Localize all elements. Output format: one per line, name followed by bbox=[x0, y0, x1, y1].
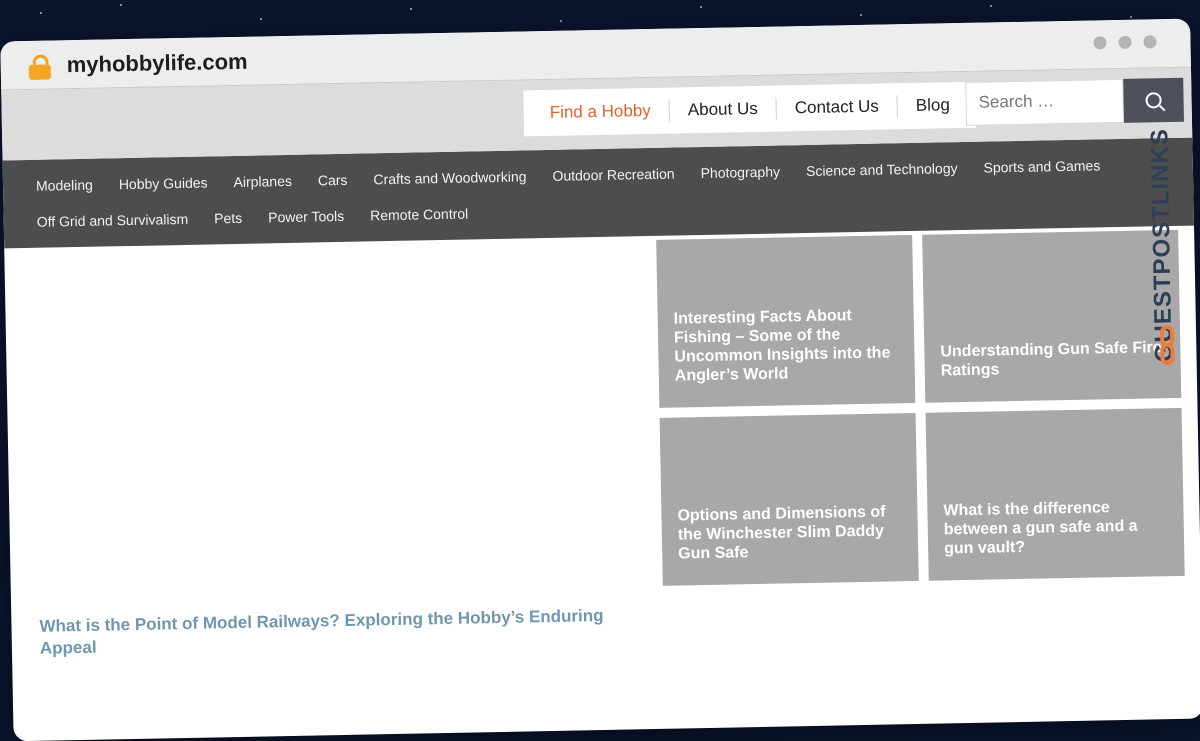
category-sports-games[interactable]: Sports and Games bbox=[970, 147, 1113, 186]
nav-contact-us[interactable]: Contact Us bbox=[776, 95, 899, 120]
category-cars[interactable]: Cars bbox=[305, 162, 361, 199]
category-power-tools[interactable]: Power Tools bbox=[255, 198, 358, 236]
nav-blog[interactable]: Blog bbox=[898, 94, 968, 117]
category-photography[interactable]: Photography bbox=[687, 153, 793, 191]
window-dot-icon[interactable] bbox=[1143, 35, 1157, 49]
featured-post-title[interactable]: What is the Point of Model Railways? Exp… bbox=[39, 604, 640, 660]
post-card-title: What is the difference between a gun saf… bbox=[943, 499, 1138, 558]
search-input[interactable] bbox=[966, 79, 1131, 123]
category-remote-control[interactable]: Remote Control bbox=[357, 195, 482, 233]
post-grid: Interesting Facts About Fishing – Some o… bbox=[656, 229, 1191, 586]
category-off-grid[interactable]: Off Grid and Survivalism bbox=[23, 201, 201, 240]
category-airplanes[interactable]: Airplanes bbox=[220, 163, 305, 201]
lock-icon bbox=[28, 54, 51, 80]
window-controls bbox=[1093, 35, 1157, 50]
post-card-title: Interesting Facts About Fishing – Some o… bbox=[673, 307, 891, 385]
post-card[interactable]: Interesting Facts About Fishing – Some o… bbox=[656, 234, 916, 408]
nav-about-us[interactable]: About Us bbox=[669, 97, 777, 122]
category-modeling[interactable]: Modeling bbox=[23, 166, 107, 204]
window-dot-icon[interactable] bbox=[1093, 36, 1107, 50]
primary-nav: Find a Hobby About Us Contact Us Blog bbox=[523, 81, 977, 137]
main-content: What is the Point of Model Railways? Exp… bbox=[4, 226, 1200, 669]
post-card[interactable]: What is the difference between a gun saf… bbox=[925, 407, 1185, 581]
category-pets[interactable]: Pets bbox=[201, 200, 256, 237]
category-hobby-guides[interactable]: Hobby Guides bbox=[106, 164, 221, 202]
guestpostlinks-watermark: GUESTPOSTLINKS bbox=[1146, 81, 1189, 382]
post-card-title: Options and Dimensions of the Winchester… bbox=[677, 503, 886, 563]
window-dot-icon[interactable] bbox=[1118, 35, 1132, 49]
address-bar-url[interactable]: myhobbylife.com bbox=[66, 49, 247, 78]
nav-find-a-hobby[interactable]: Find a Hobby bbox=[531, 99, 671, 125]
category-crafts-woodworking[interactable]: Crafts and Woodworking bbox=[360, 158, 540, 197]
post-card[interactable]: Understanding Gun Safe Fire Ratings bbox=[922, 229, 1182, 403]
search-box bbox=[965, 78, 1131, 126]
browser-window: myhobbylife.com Find a Hobby About Us Co… bbox=[0, 18, 1200, 741]
category-science-technology[interactable]: Science and Technology bbox=[793, 150, 971, 189]
post-card[interactable]: Options and Dimensions of the Winchester… bbox=[659, 412, 919, 586]
chain-link-icon bbox=[1159, 324, 1177, 367]
post-card-title: Understanding Gun Safe Fire Ratings bbox=[940, 339, 1162, 380]
category-outdoor-recreation[interactable]: Outdoor Recreation bbox=[539, 155, 688, 194]
